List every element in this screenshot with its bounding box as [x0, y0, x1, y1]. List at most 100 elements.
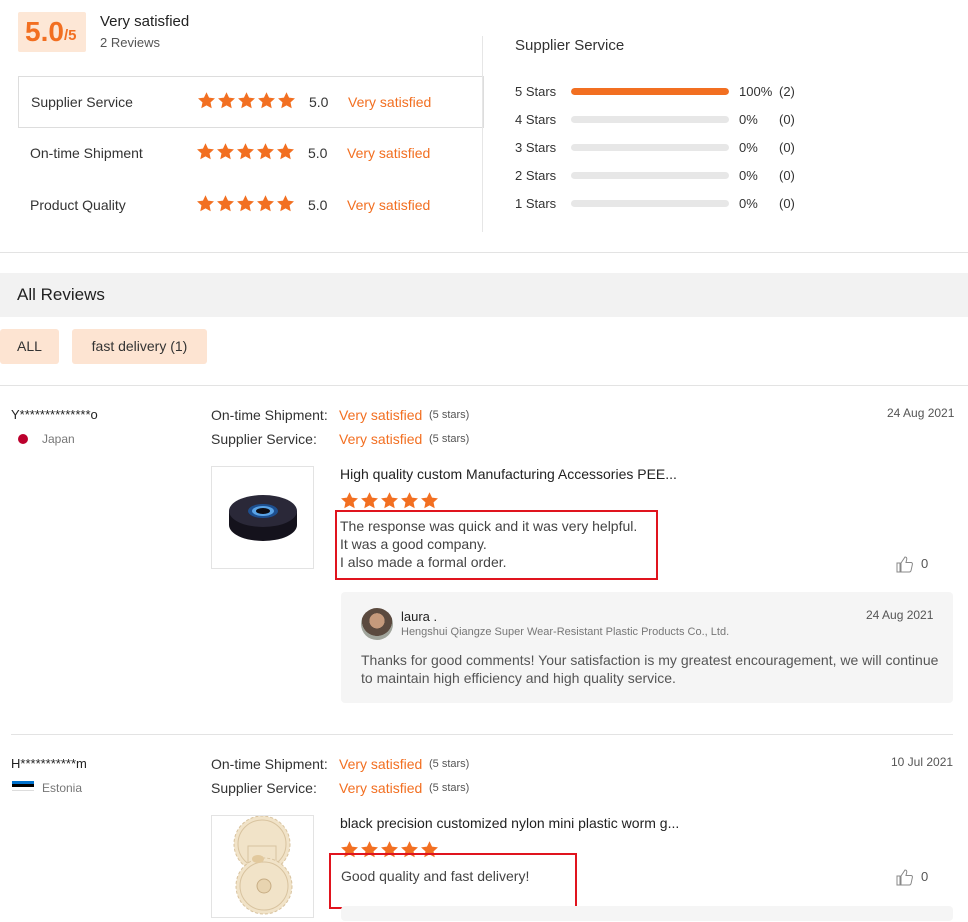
- star-icon: [257, 143, 274, 160]
- rating-text: Very satisfied: [348, 94, 432, 110]
- avatar: [361, 608, 393, 640]
- rating-value: 5.0: [308, 145, 328, 161]
- like-count: 0: [921, 869, 929, 884]
- star-icon: [197, 195, 214, 212]
- reviews-divider: [0, 385, 968, 386]
- star-icon: [258, 92, 275, 109]
- star-icon: [257, 195, 274, 212]
- reply-text: Thanks for good comments! Your satisfact…: [361, 652, 939, 686]
- summary-title: Very satisfied: [100, 13, 190, 30]
- estonia-flag-icon: [12, 781, 34, 791]
- shipment-value: Very satisfied: [339, 407, 423, 423]
- distribution-label: 2 Stars: [515, 168, 557, 183]
- distribution-row: 3 Stars 0% (0): [515, 138, 815, 158]
- product-title[interactable]: black precision customized nylon mini pl…: [340, 815, 679, 831]
- distribution-label: 3 Stars: [515, 140, 557, 155]
- like-button[interactable]: [896, 555, 914, 578]
- section-divider: [0, 252, 968, 253]
- rating-value: 5.0: [308, 197, 328, 213]
- star-icon: [361, 492, 378, 509]
- star-icon: [277, 143, 294, 160]
- reply-date: 24 Aug 2021: [866, 608, 934, 622]
- distribution-count: (0): [779, 168, 795, 183]
- rating-value: 5.0: [309, 94, 329, 110]
- product-image[interactable]: [211, 466, 314, 569]
- review-stars: [340, 491, 439, 511]
- distribution-count: (0): [779, 140, 795, 155]
- star-icon: [381, 492, 398, 509]
- review-date: 24 Aug 2021: [887, 406, 955, 420]
- star-icon: [278, 92, 295, 109]
- reviewer-country: Japan: [42, 432, 75, 446]
- reviewer-name: H***********m: [11, 756, 87, 771]
- distribution-percent: 0%: [739, 196, 758, 211]
- star-icon: [218, 92, 235, 109]
- score-suffix: /5: [64, 27, 77, 44]
- rating-text: Very satisfied: [347, 197, 431, 213]
- rating-stars: [197, 91, 296, 111]
- highlight-box: [335, 510, 658, 580]
- filter-tag-all[interactable]: ALL: [0, 329, 59, 364]
- rating-row-ontime-shipment[interactable]: On-time Shipment 5.0 Very satisfied: [18, 128, 482, 178]
- rating-text: Very satisfied: [347, 145, 431, 161]
- star-icon: [237, 195, 254, 212]
- rating-stars: [196, 142, 295, 162]
- distribution-row: 1 Stars 0% (0): [515, 194, 815, 214]
- distribution-count: (0): [779, 196, 795, 211]
- reply-company: Hengshui Qiangze Super Wear-Resistant Pl…: [401, 626, 730, 638]
- summary-divider: [482, 36, 483, 232]
- distribution-bar: [571, 88, 729, 95]
- highlight-box: [329, 853, 577, 909]
- distribution-row: 4 Stars 0% (0): [515, 110, 815, 130]
- distribution-percent: 0%: [739, 168, 758, 183]
- distribution-count: (2): [779, 84, 795, 99]
- distribution-percent: 0%: [739, 140, 758, 155]
- star-icon: [238, 92, 255, 109]
- product-title[interactable]: High quality custom Manufacturing Access…: [340, 466, 677, 482]
- distribution-bar: [571, 200, 729, 207]
- shipment-label: On-time Shipment:: [211, 756, 328, 772]
- star-icon: [217, 143, 234, 160]
- distribution-percent: 100%: [739, 84, 773, 99]
- shipment-stars: (5 stars): [429, 409, 470, 421]
- star-icon: [277, 195, 294, 212]
- distribution-row: 5 Stars 100% (2): [515, 82, 815, 102]
- service-label: Supplier Service:: [211, 431, 317, 447]
- all-reviews-header: [0, 273, 968, 317]
- like-button[interactable]: [896, 868, 914, 891]
- star-icon: [197, 143, 214, 160]
- distribution-label: 1 Stars: [515, 196, 557, 211]
- review-date: 10 Jul 2021: [891, 755, 954, 769]
- service-label: Supplier Service:: [211, 780, 317, 796]
- rating-stars: [196, 194, 295, 214]
- overall-score: 5.0: [25, 16, 64, 47]
- supplier-reply: [341, 906, 953, 921]
- distribution-percent: 0%: [739, 112, 758, 127]
- distribution-bar: [571, 144, 729, 151]
- distribution-count: (0): [779, 112, 795, 127]
- filter-tag-fast-delivery[interactable]: fast delivery (1): [72, 329, 207, 364]
- like-count: 0: [921, 556, 929, 571]
- reviewer-name: Y**************o: [11, 407, 98, 422]
- thumbs-up-icon: [896, 869, 913, 886]
- thumbs-up-icon: [896, 556, 913, 573]
- review-divider: [11, 734, 953, 735]
- rating-label: Supplier Service: [31, 94, 133, 110]
- rating-row-supplier-service[interactable]: Supplier Service 5.0 Very satisfied: [18, 76, 484, 128]
- product-image[interactable]: [211, 815, 314, 918]
- star-icon: [401, 492, 418, 509]
- service-value: Very satisfied: [339, 780, 423, 796]
- rating-label: On-time Shipment: [30, 145, 143, 161]
- rating-row-product-quality[interactable]: Product Quality 5.0 Very satisfied: [18, 180, 482, 230]
- shipment-stars: (5 stars): [429, 758, 470, 770]
- star-icon: [217, 195, 234, 212]
- star-icon: [341, 492, 358, 509]
- star-icon: [198, 92, 215, 109]
- shipment-value: Very satisfied: [339, 756, 423, 772]
- service-value: Very satisfied: [339, 431, 423, 447]
- bearing-image: [229, 495, 297, 541]
- distribution-bar: [571, 116, 729, 123]
- shipment-label: On-time Shipment:: [211, 407, 328, 423]
- service-stars: (5 stars): [429, 782, 470, 794]
- distribution-label: 4 Stars: [515, 112, 557, 127]
